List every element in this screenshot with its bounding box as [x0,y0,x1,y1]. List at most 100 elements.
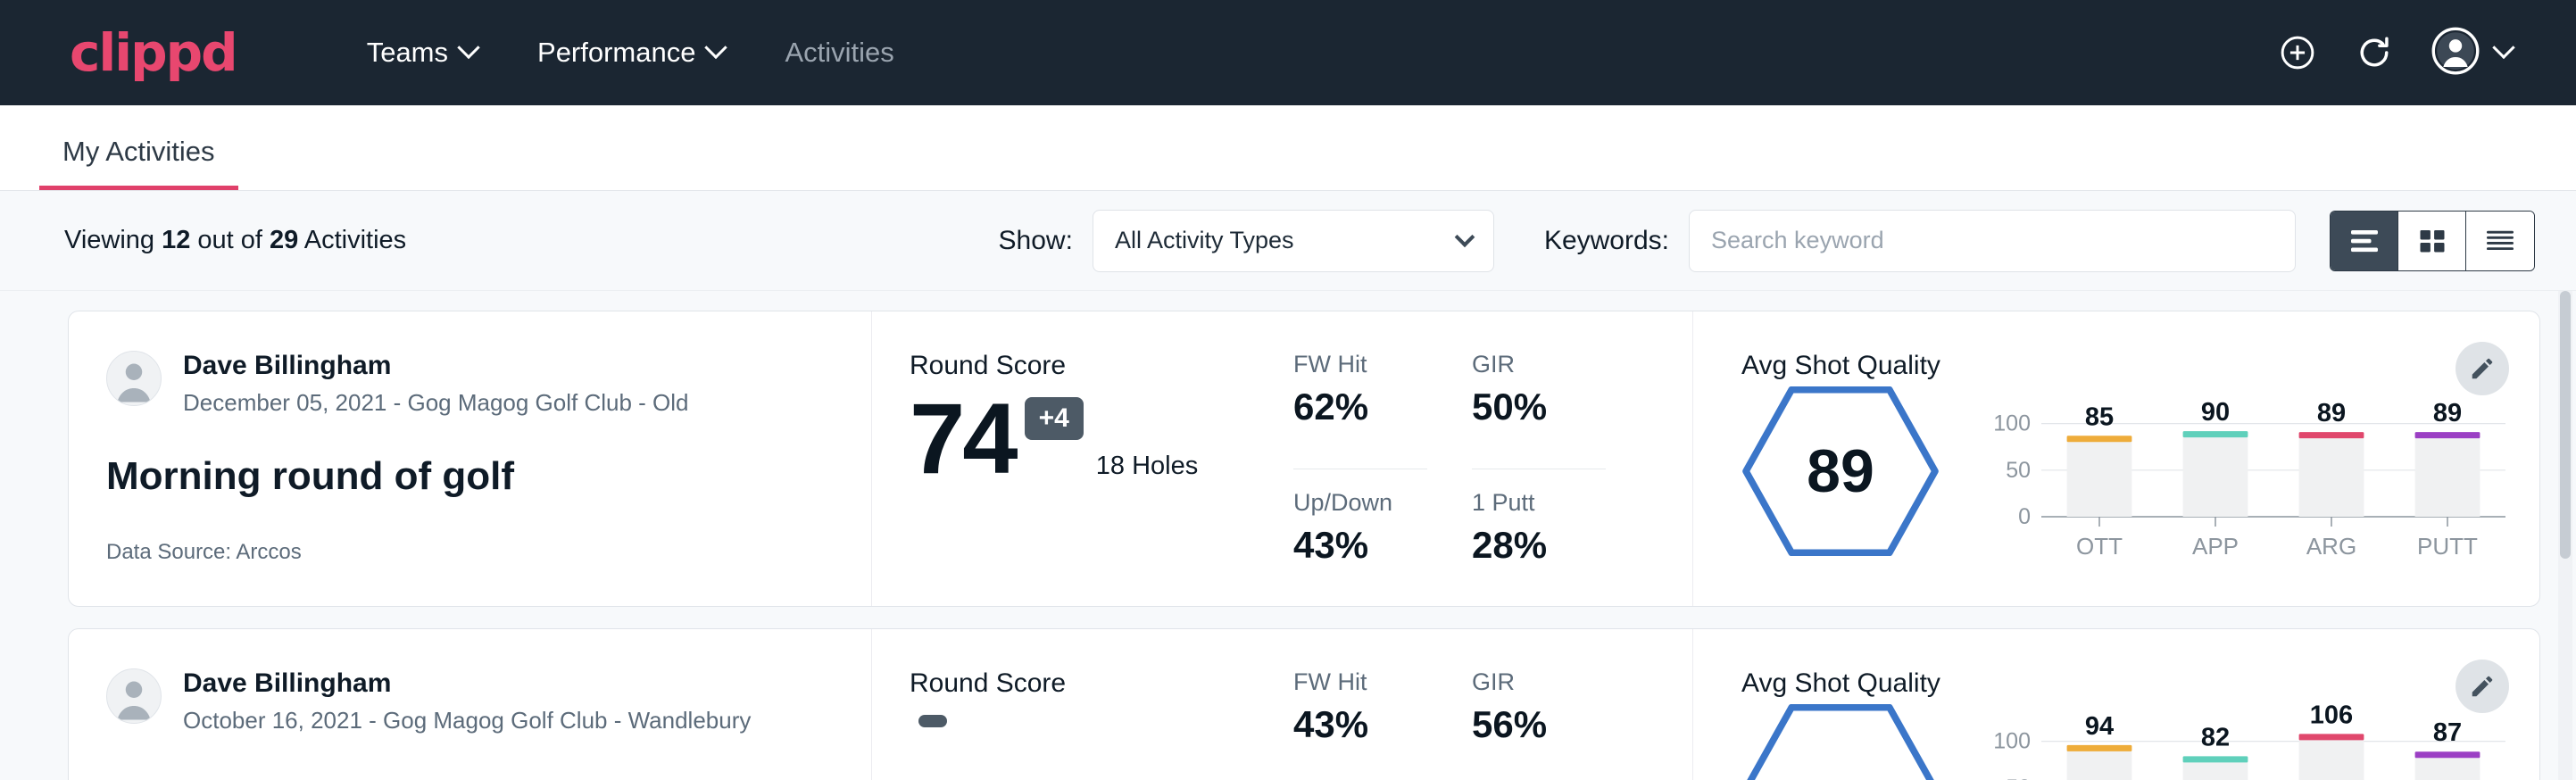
round-score-row: 74 +4 18 Holes [910,392,1267,486]
keywords-label: Keywords: [1544,226,1669,256]
activity-meta: October 16, 2021 - Gog Magog Golf Club -… [183,707,751,734]
shot-quality-value: 89 [1741,386,1940,556]
avg-shot-quality-label: Avg Shot Quality [1741,351,2539,381]
svg-text:90: 90 [2201,398,2230,427]
round-score-block: Round Score 74 +4 18 Holes [910,351,1267,606]
activity-summary: Dave Billingham December 05, 2021 - Gog … [69,311,872,606]
svg-text:OTT: OTT [2076,533,2123,560]
avatar [106,668,162,724]
activity-meta: December 05, 2021 - Gog Magog Golf Club … [183,389,689,417]
tab-my-activities[interactable]: My Activities [39,136,238,190]
avg-shot-quality-panel: Avg Shot Quality 05010094OTT82APP106ARG8… [1693,629,2539,780]
svg-text:PUTT: PUTT [2417,533,2478,560]
svg-text:94: 94 [2085,712,2114,741]
stat-fw-hit-label: FW Hit [1293,351,1427,378]
nav-actions [2278,27,2512,79]
stat-fw-hit-label: FW Hit [1293,668,1427,696]
stat-up-down-value: 43% [1293,524,1427,567]
viewing-suffix: Activities [298,226,406,254]
round-score-panel: Round Score FW Hit 43% GIR 56% [872,629,1693,780]
filter-controls: Show: All Activity Types Keywords: [999,210,2535,272]
stat-fw-hit-value: 62% [1293,386,1427,428]
account-menu[interactable] [2431,27,2512,79]
svg-text:100: 100 [1993,411,2031,436]
avg-shot-quality-label: Avg Shot Quality [1741,668,2539,699]
view-mode-grid-button[interactable] [2398,212,2466,270]
nav-item-activities-label: Activities [785,37,893,69]
nav-item-activities[interactable]: Activities [754,37,924,69]
stat-fw-hit: FW Hit 43% [1293,668,1427,780]
stat-gir: GIR 56% [1472,668,1606,780]
activity-list[interactable]: Dave Billingham December 05, 2021 - Gog … [0,291,2576,780]
activity-author: Dave Billingham December 05, 2021 - Gog … [106,351,871,417]
nav-item-teams-label: Teams [367,37,448,69]
activity-author: Dave Billingham October 16, 2021 - Gog M… [106,668,871,734]
nav-item-performance[interactable]: Performance [507,37,754,69]
refresh-icon[interactable] [2355,33,2394,72]
stat-one-putt: 1 Putt 28% [1472,489,1606,607]
round-stats-grid: FW Hit 62% GIR 50% Up/Down 43% 1 Putt 28… [1293,351,1606,606]
svg-text:50: 50 [2006,458,2031,483]
list-scrollbar[interactable] [2558,291,2572,780]
view-mode-compact-button[interactable] [2466,212,2534,270]
top-navigation-bar: clippd Teams Performance Activities [0,0,2576,105]
chevron-down-icon [1455,227,1475,247]
plus-circle-icon[interactable] [2278,33,2317,72]
viewing-count-text: Viewing 12 out of 29 Activities [64,226,406,255]
avg-shot-quality-panel: Avg Shot Quality 89 05010085OTT90APP89AR… [1693,311,2539,606]
svg-text:50: 50 [2006,776,2031,780]
round-score-value: 74 [910,392,1016,486]
chevron-down-icon [705,37,727,59]
score-over-par-badge: +4 [1025,397,1084,440]
svg-text:82: 82 [2201,723,2230,751]
account-avatar-icon [2431,27,2480,79]
stat-up-down: Up/Down 43% [1293,489,1427,607]
stat-gir-label: GIR [1472,668,1606,696]
avg-shot-quality-row: 05010094OTT82APP106ARG87PUTT [1741,704,2539,780]
activity-type-select-value: All Activity Types [1115,227,1294,254]
svg-text:106: 106 [2310,704,2353,729]
activity-card[interactable]: Dave Billingham October 16, 2021 - Gog M… [68,628,2540,780]
activity-data-source: Data Source: Arccos [106,540,871,565]
chevron-down-icon [457,37,479,59]
round-score-label: Round Score [910,668,1267,699]
svg-text:87: 87 [2433,718,2462,747]
stat-fw-hit-value: 43% [1293,703,1427,746]
view-mode-list-button[interactable] [2331,212,2398,270]
search-input[interactable] [1689,210,2296,272]
clippd-logo[interactable]: clippd [70,27,237,79]
stat-one-putt-label: 1 Putt [1472,489,1606,517]
edit-activity-button[interactable] [2456,342,2509,395]
author-text: Dave Billingham December 05, 2021 - Gog … [183,351,689,417]
round-score-panel: Round Score 74 +4 18 Holes FW Hit 62% GI… [872,311,1693,606]
edit-activity-button[interactable] [2456,660,2509,713]
tab-strip: My Activities [0,105,2576,191]
svg-text:100: 100 [1993,729,2031,754]
tab-my-activities-label: My Activities [62,136,215,167]
viewing-total: 29 [270,226,298,254]
stat-gir: GIR 50% [1472,351,1606,469]
score-over-par-badge [918,715,947,727]
chevron-down-icon [2492,37,2514,59]
activity-title: Morning round of golf [106,454,871,499]
filter-bar: Viewing 12 out of 29 Activities Show: Al… [0,191,2576,291]
svg-text:85: 85 [2085,402,2114,431]
nav-item-teams[interactable]: Teams [337,37,507,69]
activity-summary: Dave Billingham October 16, 2021 - Gog M… [69,629,872,780]
activity-type-select[interactable]: All Activity Types [1093,210,1494,272]
round-score-label: Round Score [910,351,1267,381]
holes-label: 18 Holes [1096,452,1198,486]
stat-gir-value: 56% [1472,703,1606,746]
shot-quality-bar-chart: 05010085OTT90APP89ARG89PUTT [1975,386,2511,565]
primary-nav: Teams Performance Activities [337,37,925,69]
avatar [106,351,162,406]
author-name: Dave Billingham [183,668,751,700]
show-label: Show: [999,226,1073,256]
round-stats-grid: FW Hit 43% GIR 56% [1293,668,1606,780]
stat-up-down-label: Up/Down [1293,489,1427,517]
activity-card[interactable]: Dave Billingham December 05, 2021 - Gog … [68,311,2540,607]
list-scrollbar-thumb[interactable] [2560,291,2571,559]
svg-text:ARG: ARG [2306,533,2356,560]
svg-text:89: 89 [2433,399,2462,427]
shot-quality-bar-chart: 05010094OTT82APP106ARG87PUTT [1975,704,2511,780]
